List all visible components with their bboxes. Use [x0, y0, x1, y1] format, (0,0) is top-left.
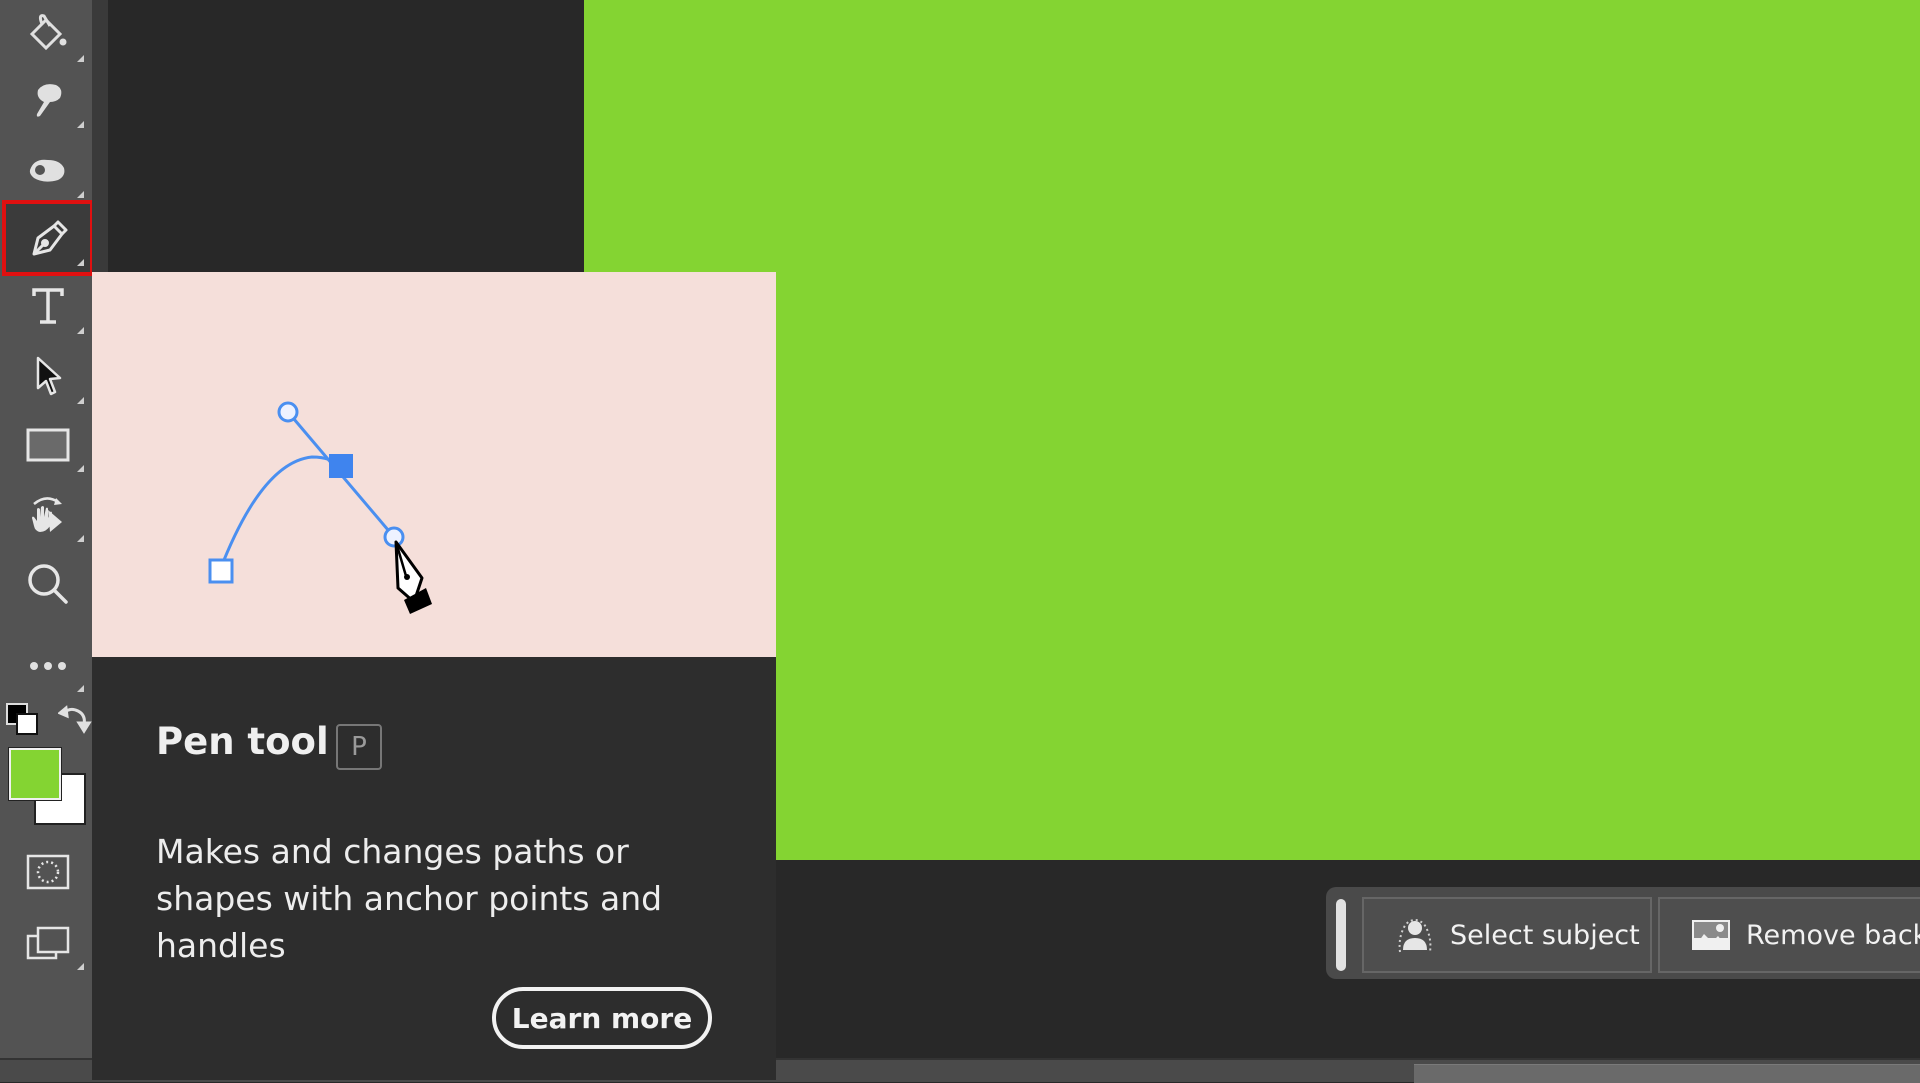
shortcut-key-badge: P [336, 724, 382, 770]
screen-mode-icon [26, 926, 70, 960]
tool-quick-mask[interactable] [6, 838, 90, 906]
contextual-taskbar: Select subject Remove backg [1326, 887, 1920, 979]
paint-bucket-icon [29, 14, 67, 51]
rectangle-icon [26, 428, 70, 462]
handle-point-bottom [383, 526, 405, 548]
swap-colors-button[interactable] [57, 703, 92, 737]
curve-path [218, 455, 342, 571]
anchor-point-selected [329, 454, 353, 478]
tooltip-description: Makes and changes paths or shapes with a… [156, 832, 663, 965]
pen-icon [32, 220, 68, 256]
tool-zoom[interactable] [6, 550, 90, 618]
horizontal-scrollbar-thumb[interactable] [1414, 1064, 1920, 1083]
smudge-icon [36, 84, 62, 117]
arrow-icon [36, 356, 62, 396]
select-subject-button[interactable]: Select subject [1362, 897, 1652, 973]
default-background-swatch [16, 713, 38, 735]
tool-rectangle[interactable] [6, 410, 90, 478]
select-subject-label: Select subject [1450, 919, 1640, 951]
quick-mask-icon [26, 854, 70, 890]
swap-arrows-icon [57, 705, 92, 734]
tool-path-selection[interactable] [6, 342, 90, 410]
bezier-path-illustration [208, 401, 432, 614]
type-icon [32, 288, 64, 324]
tool-type[interactable] [6, 272, 90, 340]
default-colors-button[interactable] [6, 703, 38, 735]
pen-cursor-icon [394, 540, 432, 614]
pen-tool-rich-tooltip: Pen tool P Makes and changes paths or sh… [92, 272, 776, 1080]
more-icon [30, 662, 66, 670]
tooltip-illustration [92, 272, 776, 657]
learn-more-button[interactable]: Learn more [492, 987, 712, 1049]
remove-background-button[interactable]: Remove backg [1658, 897, 1920, 973]
dodge-icon [29, 159, 65, 182]
rotate-hand-icon [32, 497, 62, 532]
foreground-color-swatch[interactable] [8, 747, 62, 801]
remove-background-icon [1692, 920, 1730, 950]
select-subject-icon [1398, 919, 1432, 953]
tool-rotate-view[interactable] [6, 480, 90, 548]
taskbar-drag-handle[interactable] [1336, 899, 1346, 971]
tool-screen-mode[interactable] [6, 908, 90, 976]
remove-background-label: Remove backg [1746, 919, 1920, 951]
tool-paint-bucket[interactable] [6, 0, 90, 68]
tool-edit-toolbar[interactable] [6, 620, 90, 692]
tool-dodge[interactable] [6, 136, 90, 204]
handle-point-top [277, 401, 299, 423]
anchor-point-start [208, 558, 234, 584]
tool-smudge[interactable] [6, 66, 90, 134]
zoom-icon [28, 564, 68, 604]
tools-panel [0, 0, 94, 1080]
tool-pen[interactable] [2, 200, 94, 276]
document-canvas[interactable] [584, 0, 1920, 860]
tooltip-title: Pen tool [156, 720, 329, 763]
